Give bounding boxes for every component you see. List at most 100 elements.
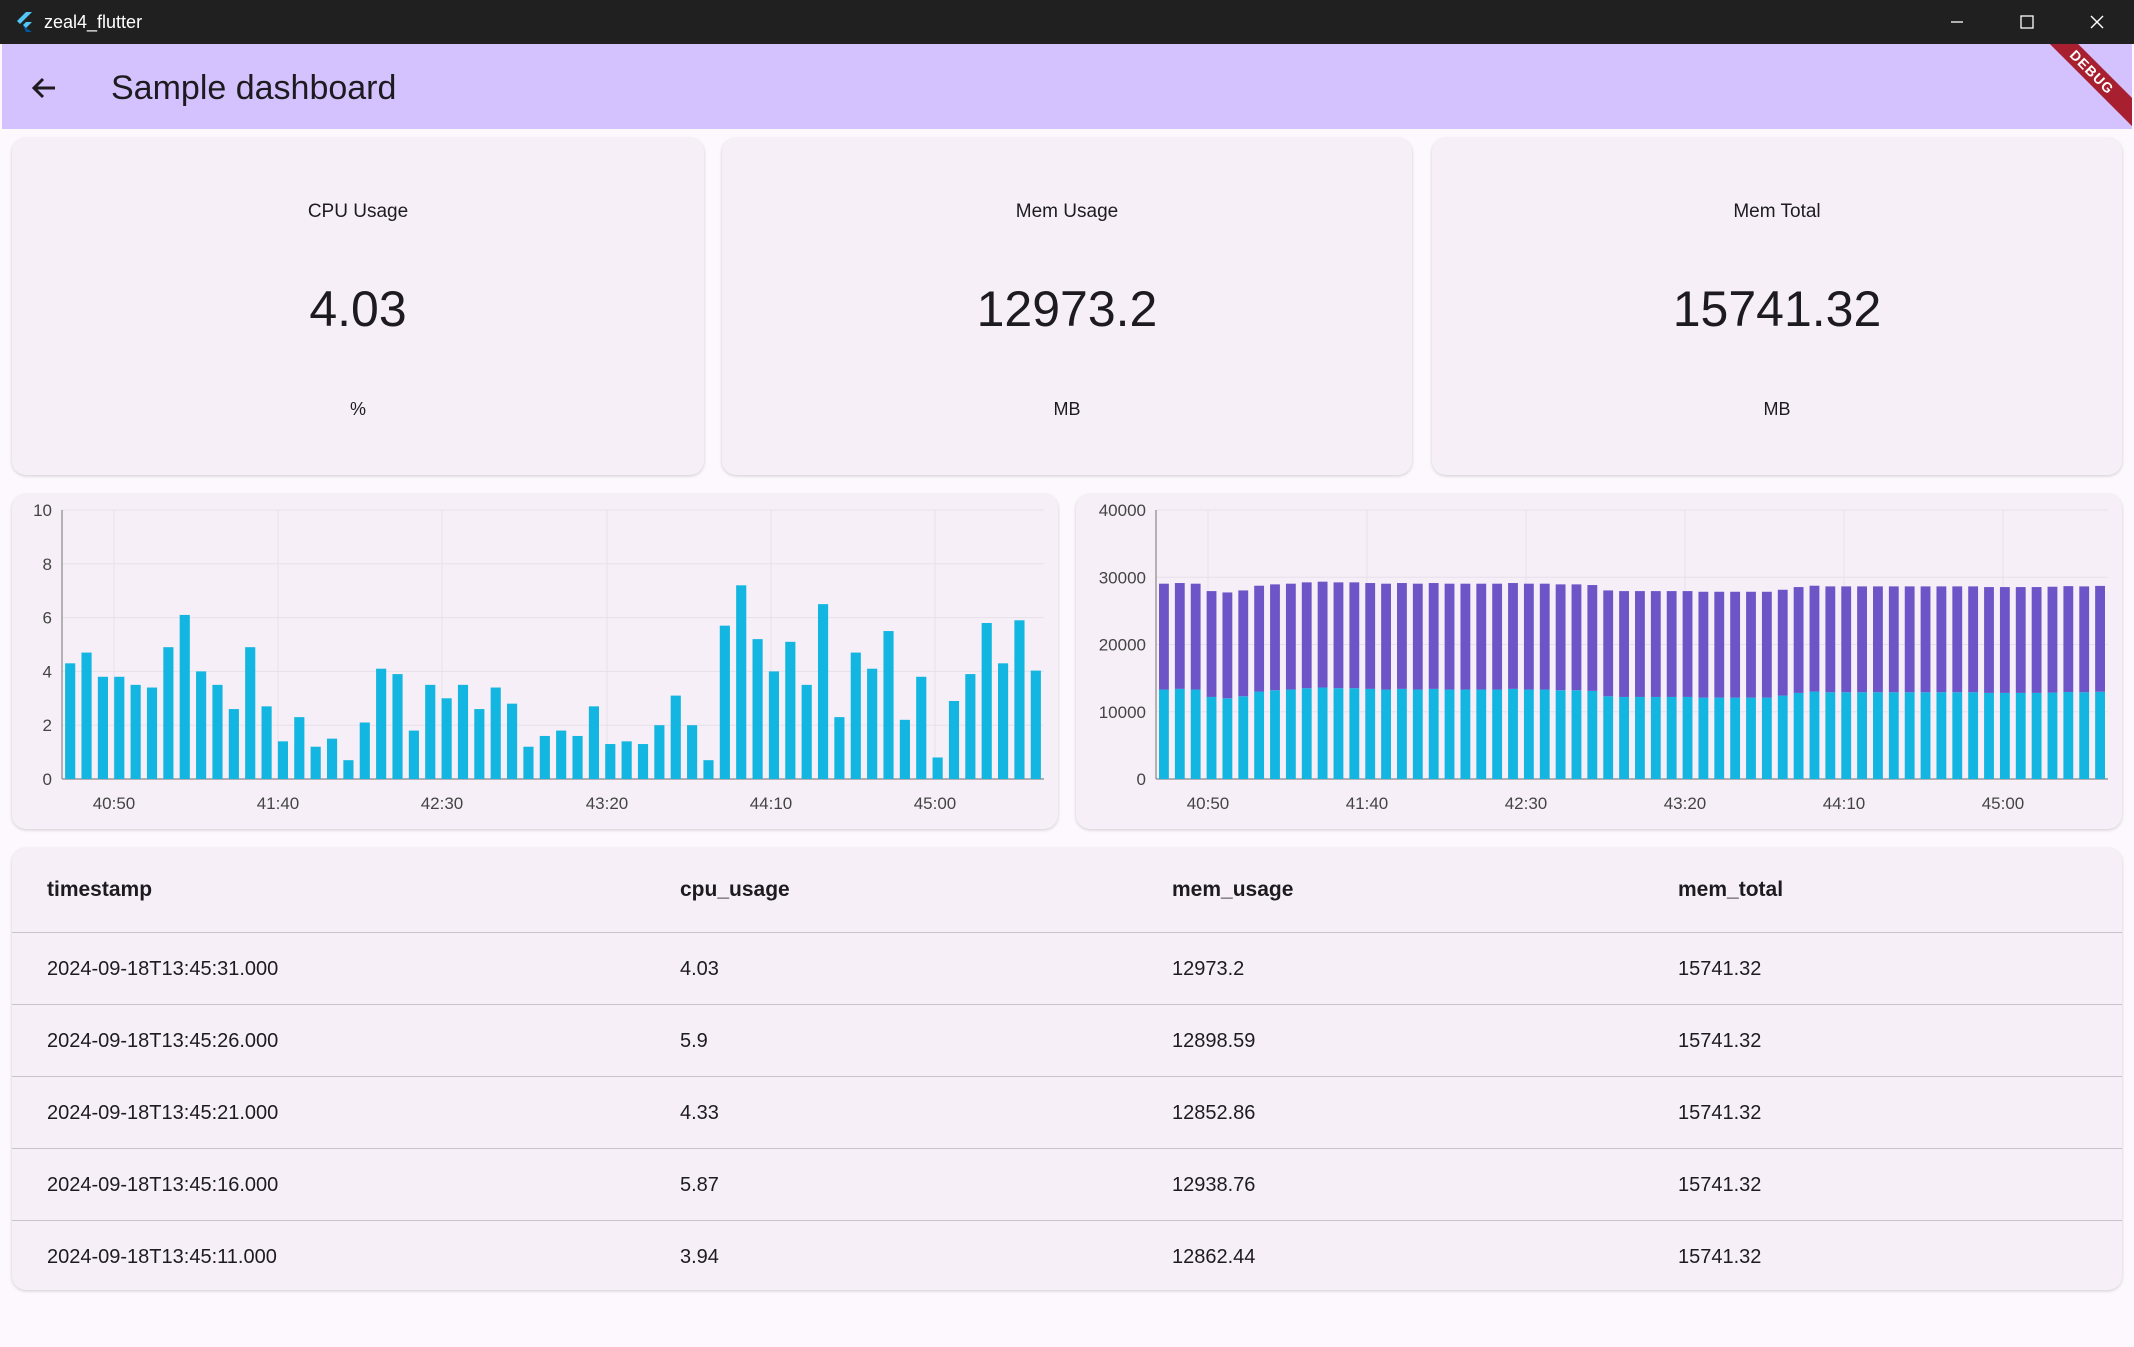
- table-row[interactable]: 2024-09-18T13:45:21.000 4.33 12852.86 15…: [12, 1076, 2122, 1149]
- bar-stacked-segment: [1381, 583, 1391, 690]
- bar-stacked-segment: [1873, 586, 1883, 693]
- bar: [768, 671, 780, 779]
- cell-cpu-usage: 5.9: [680, 1030, 708, 1052]
- minimize-button[interactable]: [1922, 0, 1992, 44]
- bar: [523, 746, 534, 779]
- bar: [1523, 689, 1534, 779]
- bar: [2015, 692, 2026, 779]
- bar-stacked-segment: [1555, 584, 1566, 691]
- bar-stacked-segment: [2015, 587, 2026, 693]
- bar: [163, 647, 174, 779]
- stat-value: 12973.2: [976, 281, 1158, 337]
- bar: [1746, 697, 1756, 779]
- bar: [621, 741, 632, 779]
- bar-stacked-segment: [1761, 591, 1772, 698]
- bar: [736, 585, 747, 779]
- y-tick-label: 4: [43, 662, 52, 681]
- bar: [1999, 692, 2010, 779]
- cell-mem-usage: 12852.86: [1172, 1102, 1256, 1124]
- bar: [670, 695, 681, 779]
- bar: [1014, 620, 1025, 779]
- bar-stacked-segment: [1238, 590, 1249, 697]
- cell-mem-usage: 12862.44: [1172, 1246, 1256, 1268]
- bar: [1206, 696, 1217, 779]
- table-row[interactable]: 2024-09-18T13:45:26.000 5.9 12898.59 157…: [12, 1004, 2122, 1077]
- bar-stacked-segment: [1714, 591, 1725, 698]
- bar: [326, 738, 338, 779]
- bar-stacked-segment: [1222, 592, 1233, 699]
- column-header-mem-usage[interactable]: mem_usage: [1172, 848, 1293, 932]
- bar: [1857, 692, 1867, 779]
- cpu-usage-bar-chart: 0 2 4 6 8 10 40:50 41:40 42:30 43:20 44:10 45:00: [33, 501, 1044, 813]
- table-row[interactable]: 2024-09-18T13:45:16.000 5.87 12938.76 15…: [12, 1148, 2122, 1221]
- bar-stacked-segment: [1539, 583, 1550, 690]
- bar: [179, 614, 190, 779]
- bar: [2047, 692, 2058, 779]
- x-tick-label: 42:30: [1505, 794, 1548, 813]
- bar-stacked-segment: [1460, 583, 1471, 690]
- bar: [1333, 688, 1344, 779]
- bar: [1381, 689, 1391, 779]
- bar: [1793, 692, 1804, 779]
- bar: [1650, 696, 1661, 779]
- data-table: timestamp cpu_usage mem_usage mem_total …: [12, 848, 2122, 1290]
- bar: [474, 709, 485, 779]
- bar-stacked-segment: [1666, 591, 1677, 697]
- bar-stacked-segment: [1317, 581, 1328, 688]
- bar: [687, 725, 698, 779]
- cell-mem-usage: 12973.2: [1172, 958, 1245, 980]
- minimize-icon: [1951, 21, 1963, 23]
- y-tick-label: 20000: [1099, 636, 1146, 655]
- bar: [1936, 692, 1947, 779]
- cell-timestamp: 2024-09-18T13:45:26.000: [47, 1030, 279, 1052]
- stat-unit: MB: [1763, 399, 1791, 419]
- column-header-timestamp[interactable]: timestamp: [47, 848, 152, 932]
- bar: [2031, 692, 2042, 779]
- bar: [1222, 698, 1233, 779]
- bar-stacked-segment: [1952, 586, 1963, 693]
- bar: [2063, 691, 2074, 779]
- bar-stacked-segment: [2063, 586, 2074, 692]
- bar-stacked-segment: [1190, 583, 1201, 690]
- bar: [981, 622, 992, 779]
- bar-stacked-segment: [1793, 587, 1804, 693]
- app-bar: Sample dashboard DEBUG: [2, 44, 2132, 129]
- bar-stacked-segment: [1412, 583, 1423, 690]
- back-button[interactable]: [22, 66, 66, 110]
- bar: [867, 668, 878, 779]
- bar-stacked-segment: [1397, 583, 1407, 689]
- memory-stacked-bar-chart: 0 10000 20000 30000 40000 40:50 41:40 42:30 43:2…: [1099, 501, 2108, 813]
- cell-cpu-usage: 4.33: [680, 1102, 719, 1124]
- bar: [228, 709, 239, 779]
- bar: [1968, 692, 1979, 779]
- bar: [1174, 688, 1185, 779]
- bar: [834, 717, 845, 779]
- bar-stacked-segment: [1635, 591, 1645, 697]
- cell-mem-total: 15741.32: [1678, 1030, 1762, 1052]
- memory-chart-card: 0 10000 20000 30000 40000 40:50 41:40 42:30 43:2…: [1076, 494, 2122, 829]
- stat-unit: MB: [1053, 399, 1081, 419]
- x-tick-label: 44:10: [750, 794, 793, 813]
- table-row[interactable]: 2024-09-18T13:45:11.000 3.94 12862.44 15…: [12, 1220, 2122, 1293]
- cell-mem-usage: 12898.59: [1172, 1030, 1256, 1052]
- bar: [1317, 687, 1328, 779]
- table-row[interactable]: 2024-09-18T13:45:31.000 4.03 12973.2 157…: [12, 932, 2122, 1005]
- bar-stacked-segment: [1857, 586, 1867, 693]
- bar: [752, 639, 763, 779]
- bar: [425, 684, 436, 779]
- bar: [1270, 690, 1280, 779]
- cell-cpu-usage: 4.03: [680, 958, 719, 980]
- stat-card-mem-total: Mem Total 15741.32 MB: [1432, 138, 2122, 475]
- bar: [1159, 689, 1169, 779]
- maximize-button[interactable]: [1992, 0, 2062, 44]
- x-tick-label: 41:40: [1346, 794, 1389, 813]
- cell-mem-total: 15741.32: [1678, 1174, 1762, 1196]
- x-tick-label: 44:10: [1823, 794, 1866, 813]
- bar: [1635, 696, 1645, 779]
- bar: [65, 663, 76, 779]
- x-tick-label: 45:00: [1982, 794, 2025, 813]
- column-header-mem-total[interactable]: mem_total: [1678, 848, 1783, 932]
- close-button[interactable]: [2062, 0, 2132, 44]
- bar-stacked-segment: [1682, 591, 1693, 697]
- column-header-cpu-usage[interactable]: cpu_usage: [680, 848, 790, 932]
